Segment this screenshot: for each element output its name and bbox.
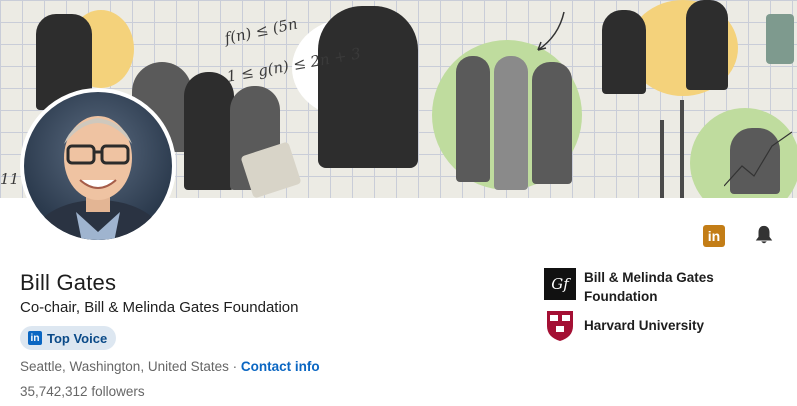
followers-row[interactable]: 35,742,312 followers: [20, 384, 145, 399]
top-voice-badge[interactable]: in Top Voice: [20, 326, 117, 350]
banner-lab-equipment: [766, 14, 794, 64]
linkedin-icon-text: in: [707, 228, 721, 244]
gates-foundation-logo-text: Gf: [551, 275, 569, 293]
banner-handshake-figure: [686, 0, 728, 90]
banner-math-text: 11: [0, 170, 20, 188]
banner-plant-stem: [680, 100, 684, 198]
followers-label: followers: [91, 384, 145, 399]
harvard-shield-glyph: [547, 311, 573, 341]
contact-info-link[interactable]: Contact info: [241, 359, 320, 374]
bell-icon[interactable]: [752, 223, 776, 247]
gates-foundation-logo-icon: Gf: [544, 268, 576, 300]
banner-child-figure: [494, 56, 528, 190]
banner-math-text: f(n) ≤ (5n: [222, 14, 300, 48]
org-name: Bill & Melinda Gates Foundation: [584, 270, 714, 304]
location-row: Seattle, Washington, United States · Con…: [20, 359, 320, 374]
profile-headline: Co-chair, Bill & Melinda Gates Foundatio…: [20, 299, 299, 316]
banner-handshake-figure: [602, 10, 646, 94]
org-name: Harvard University: [584, 318, 705, 333]
linkedin-icon: in: [28, 331, 42, 345]
avatar-portrait: [32, 116, 164, 240]
banner-plant-stem: [660, 120, 664, 198]
profile-name: Bill Gates: [20, 270, 117, 295]
followers-count: 35,742,312: [20, 384, 88, 399]
banner-arrow-doodle: [537, 11, 565, 51]
org-gates-foundation[interactable]: Gf Bill & Melinda Gates Foundation: [544, 268, 754, 306]
banner-student-figure: [184, 72, 234, 190]
banner-child-figure: [456, 56, 490, 182]
profile-photo[interactable]: [20, 88, 176, 244]
banner-line-doodle: [724, 131, 793, 187]
top-voice-label: Top Voice: [47, 330, 108, 346]
linkedin-premium-icon[interactable]: in: [703, 225, 725, 247]
banner-speaker-figure: [318, 6, 418, 168]
org-harvard[interactable]: Harvard University: [544, 310, 704, 342]
separator-dot: ·: [232, 359, 238, 374]
location-text: Seattle, Washington, United States: [20, 359, 229, 374]
banner-child-figure: [532, 62, 572, 184]
harvard-shield-icon: [544, 310, 576, 342]
bell-icon-glyph: [755, 225, 773, 244]
